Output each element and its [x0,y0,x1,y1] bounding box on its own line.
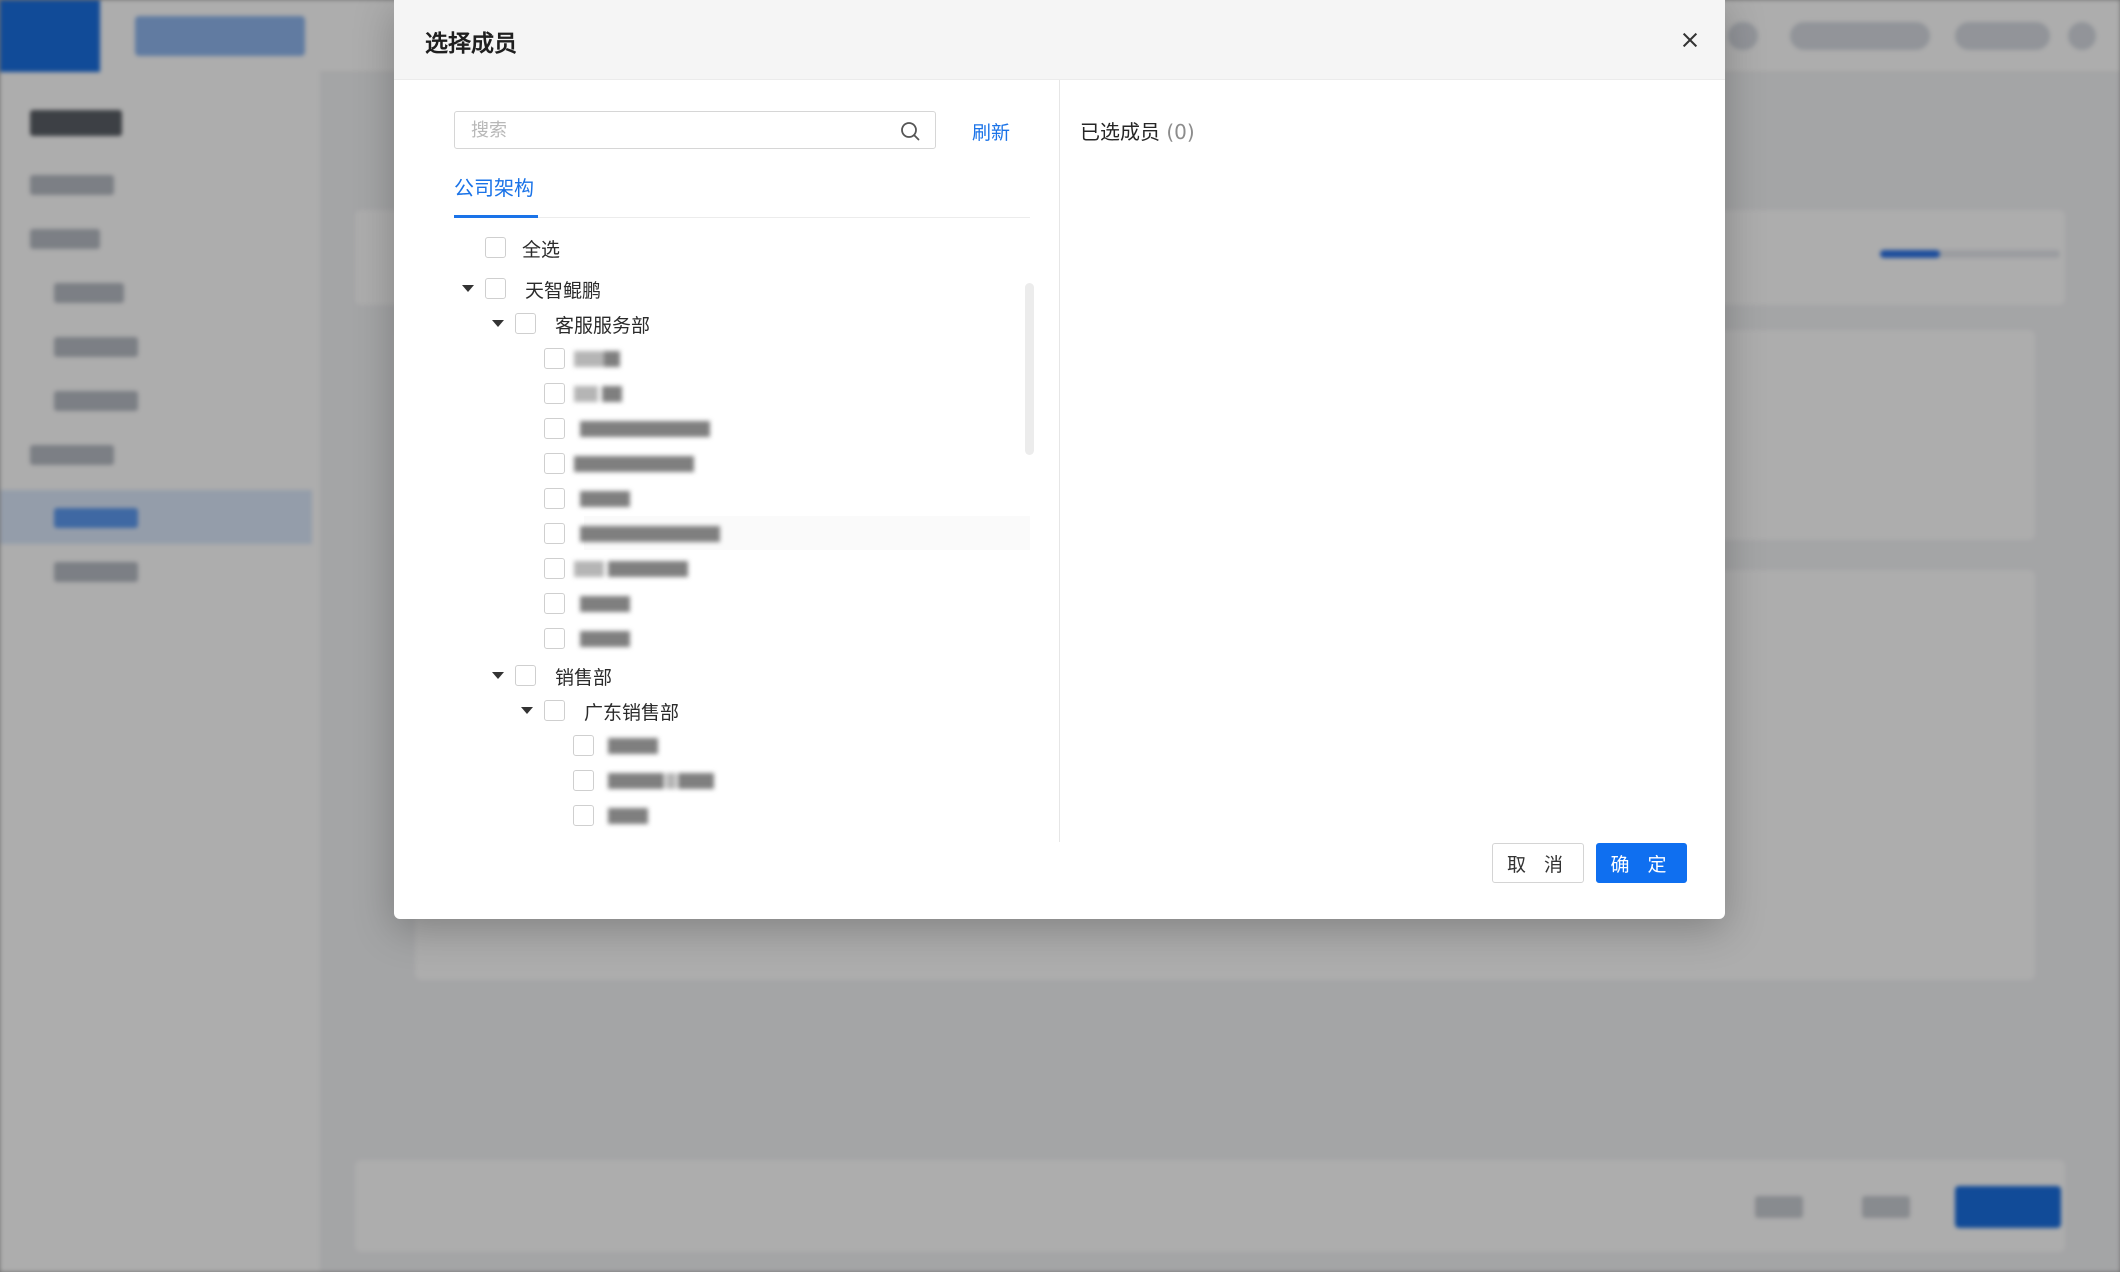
tree-node-checkbox[interactable] [573,805,594,826]
tree-node-label: 销售部 [555,667,613,689]
tree-node-checkbox[interactable] [544,628,565,649]
selected-members-pane: 已选成员 (0) [1060,80,1725,842]
dialog-title: 选择成员 [425,31,517,57]
tree-member-row[interactable] [394,481,1044,515]
tree-node-subdept[interactable]: 广东销售部 [394,693,1044,727]
tree-member-row[interactable] [394,586,1044,620]
tree-member-row[interactable] [394,376,1044,410]
tree-node-checkbox[interactable] [544,383,565,404]
tree-node-checkbox[interactable] [573,735,594,756]
tree-node-checkbox[interactable] [515,313,536,334]
tree-node-checkbox[interactable] [544,418,565,439]
dialog-header: 选择成员 [394,0,1725,80]
selected-members-label: 已选成员 [1080,120,1160,144]
redacted-name [574,454,704,473]
tree-member-row[interactable] [394,728,1044,762]
refresh-link[interactable]: 刷新 [972,118,1010,145]
cancel-button[interactable]: 取 消 [1492,843,1584,883]
tree-node-dept[interactable]: 销售部 [394,658,1044,692]
select-all-checkbox[interactable] [485,237,506,258]
confirm-button[interactable]: 确 定 [1596,843,1687,883]
tree-scrollbar[interactable] [1025,283,1034,455]
redacted-name [574,349,634,368]
tree-node-checkbox[interactable] [485,278,506,299]
redacted-name [602,806,662,825]
redacted-name [574,419,724,438]
tree-node-checkbox[interactable] [544,700,565,721]
tree-node-label: 天智鲲鹏 [525,280,602,302]
redacted-name [574,594,634,613]
tab-company-structure[interactable]: 公司架构 [454,172,534,201]
tree-node-checkbox[interactable] [573,770,594,791]
redacted-name [602,771,722,790]
tree-node-checkbox[interactable] [544,523,565,544]
tree-member-row[interactable] [394,798,1044,832]
select-all-label: 全选 [522,239,561,261]
select-all-row[interactable]: 全选 [394,230,1044,264]
tree-member-row[interactable] [394,621,1044,655]
tree-node-checkbox[interactable] [544,558,565,579]
tree-node-checkbox[interactable] [544,593,565,614]
redacted-name [574,524,734,543]
tree-node-checkbox[interactable] [515,665,536,686]
tree-member-row[interactable] [394,341,1044,375]
select-members-dialog: 选择成员 刷新 公司架构 全选 天智鲲鹏 [394,0,1725,919]
redacted-name [602,736,672,755]
tree-node-label: 客服服务部 [555,315,651,337]
tree-node-label: 广东销售部 [584,702,680,724]
tree-member-row[interactable] [394,516,1044,550]
redacted-name [574,384,644,403]
redacted-name [574,629,634,648]
tree-member-row[interactable] [394,411,1044,445]
redacted-name [574,489,634,508]
org-tree-pane: 刷新 公司架构 全选 天智鲲鹏 客服服务部 [394,80,1059,842]
tree-node-checkbox[interactable] [544,488,565,509]
selected-members-count: (0) [1166,120,1195,144]
search-input[interactable] [455,112,917,148]
tree-node-checkbox[interactable] [544,348,565,369]
caret-down-icon[interactable] [462,285,474,292]
caret-down-icon[interactable] [521,707,533,714]
tree-node-checkbox[interactable] [544,453,565,474]
caret-down-icon[interactable] [492,672,504,679]
selected-members-title: 已选成员 (0) [1080,116,1195,145]
tab-active-indicator [454,215,538,218]
tab-divider [454,217,1030,218]
tree-member-row[interactable] [394,551,1044,585]
tree-member-row[interactable] [394,763,1044,797]
search-icon[interactable] [898,119,922,143]
caret-down-icon[interactable] [492,320,504,327]
tree-node-dept[interactable]: 客服服务部 [394,306,1044,340]
tree-node-root[interactable]: 天智鲲鹏 [394,271,1044,305]
redacted-name [574,559,704,578]
search-field[interactable] [454,111,936,149]
org-tree: 全选 天智鲲鹏 客服服务部 销售部 广东销售部 [394,230,1044,842]
close-icon[interactable] [1675,25,1705,55]
tree-member-row[interactable] [394,446,1044,480]
